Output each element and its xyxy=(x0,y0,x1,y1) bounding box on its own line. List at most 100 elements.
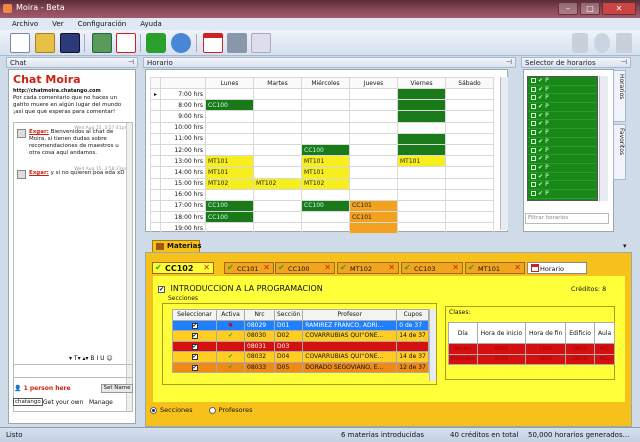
close-tab-icon[interactable]: ✕ xyxy=(324,263,331,272)
schedule-cell[interactable] xyxy=(349,143,398,157)
schedule-cell[interactable] xyxy=(253,143,302,157)
schedule-cell[interactable] xyxy=(445,222,494,235)
schedule-cell[interactable] xyxy=(445,121,494,134)
option-checkbox[interactable] xyxy=(531,173,536,179)
option-checkbox[interactable] xyxy=(531,182,536,188)
schedule-option[interactable]: ✔ P xyxy=(528,120,597,130)
schedule-cell[interactable]: CC100 xyxy=(301,143,350,157)
option-checkbox[interactable] xyxy=(531,190,536,196)
radio-secciones[interactable] xyxy=(150,406,157,414)
facebook-icon[interactable] xyxy=(616,33,632,53)
close-tab-icon[interactable]: ✕ xyxy=(203,263,210,272)
schedule-cell[interactable] xyxy=(397,166,446,179)
schedule-cell[interactable]: MT101 xyxy=(397,155,446,168)
schedule-cell[interactable] xyxy=(445,177,494,190)
schedule-cell[interactable] xyxy=(205,188,254,201)
schedule-cell[interactable] xyxy=(253,99,302,112)
tab-cc101[interactable]: ✔ CC101 ✕ xyxy=(224,262,274,274)
table-row[interactable]: ✔ ✔ 08030 D02 COVARRUBIAS QUI''ONE... 14 de 3… xyxy=(172,330,430,342)
schedule-cell[interactable] xyxy=(253,199,302,213)
schedule-grid[interactable]: Lunes Martes Miércoles Jueves Viernes Sábado … xyxy=(150,77,494,235)
schedule-cell[interactable] xyxy=(349,99,398,112)
option-checkbox[interactable] xyxy=(531,95,536,101)
table-row[interactable]: ✔ ✔ 08033 D05 DORADO SEGOVIANO, E... 12 de 37 xyxy=(172,361,430,373)
course-checkbox[interactable]: ✔ xyxy=(158,286,165,293)
schedule-cell[interactable]: MT102 xyxy=(253,177,302,190)
tab-mt101[interactable]: ✔ MT101 ✕ xyxy=(465,262,525,274)
add-icon[interactable] xyxy=(146,33,166,53)
schedule-cell[interactable] xyxy=(349,177,398,190)
option-checkbox[interactable] xyxy=(531,78,536,83)
schedule-cell[interactable] xyxy=(397,211,446,224)
schedule-option[interactable]: ✔ P xyxy=(528,147,597,156)
schedule-cell[interactable]: MT101 xyxy=(205,155,254,168)
schedule-cell[interactable] xyxy=(397,177,446,190)
schedule-cell[interactable] xyxy=(397,143,446,157)
schedule-cell[interactable]: CC100 xyxy=(205,211,254,224)
schedule-cell[interactable] xyxy=(397,199,446,213)
schedule-cell[interactable] xyxy=(397,99,446,112)
schedule-cell[interactable] xyxy=(205,143,254,157)
menu-ver[interactable]: Ver xyxy=(52,20,63,30)
schedule-option[interactable]: ✔ P xyxy=(528,190,597,199)
schedule-option[interactable]: ✔ P xyxy=(528,138,597,147)
schedule-option[interactable]: ✔ P xyxy=(528,181,597,190)
schedule-cell[interactable] xyxy=(445,143,494,157)
schedule-cell[interactable]: MT101 xyxy=(301,155,350,168)
schedule-cell[interactable] xyxy=(397,110,446,123)
schedule-cell[interactable]: CC101 xyxy=(349,199,398,213)
filter-input[interactable]: Filtrar horarios xyxy=(525,213,609,224)
schedule-cell[interactable] xyxy=(253,188,302,201)
schedule-cell[interactable] xyxy=(301,99,350,112)
close-tab-icon[interactable]: ✕ xyxy=(263,263,270,272)
tab-horarios[interactable]: Horarios xyxy=(613,70,626,122)
table-row[interactable]: ✔ ✖ 08029 D01 RAMIREZ FRANCO, ADRI... 0 de 37 xyxy=(172,319,430,331)
set-name-button[interactable]: Set Name xyxy=(101,384,133,393)
option-checkbox[interactable] xyxy=(531,164,536,170)
schedule-cell[interactable] xyxy=(253,110,302,123)
maximize-button[interactable]: □ xyxy=(580,2,600,15)
row-checkbox[interactable]: ✔ xyxy=(191,364,198,371)
schedule-cell[interactable] xyxy=(205,121,254,134)
schedule-option[interactable]: ✔ P xyxy=(528,77,597,86)
schedule-cell[interactable] xyxy=(445,199,494,213)
option-checkbox[interactable] xyxy=(531,104,536,110)
schedule-cell[interactable] xyxy=(445,87,494,101)
format-toolbar[interactable]: ▾ T▾ ▴▾ B I U ☺ xyxy=(69,355,113,362)
schedule-cell[interactable] xyxy=(205,110,254,123)
column-header[interactable]: Seleccionar xyxy=(172,309,217,321)
schedule-option[interactable]: ✔ P xyxy=(528,173,597,182)
schedule-cell[interactable]: MT101 xyxy=(205,166,254,179)
option-checkbox[interactable] xyxy=(531,147,536,153)
radio-profesores[interactable] xyxy=(208,406,216,414)
schedule-cell[interactable]: CC100 xyxy=(301,199,350,213)
sections-scrollbar[interactable] xyxy=(429,309,436,381)
materias-header-tab[interactable]: Materias xyxy=(152,240,202,252)
schedule-cell[interactable] xyxy=(253,155,302,168)
schedule-cell[interactable] xyxy=(205,132,254,145)
row-checkbox[interactable]: ✔ xyxy=(191,333,198,340)
like-icon[interactable] xyxy=(572,33,588,53)
schedule-cell[interactable] xyxy=(349,188,398,201)
schedule-cell[interactable] xyxy=(397,132,446,145)
selector-scrollbar[interactable] xyxy=(599,76,608,201)
message-user[interactable]: Exgar: xyxy=(29,129,49,135)
column-header[interactable]: Nrc xyxy=(244,309,275,321)
schedule-cell[interactable] xyxy=(253,87,302,101)
schedule-cell[interactable] xyxy=(445,155,494,168)
schedule-cell[interactable]: CC100 xyxy=(205,199,254,213)
schedule-cell[interactable] xyxy=(301,188,350,201)
schedule-scrollbar[interactable] xyxy=(500,77,508,230)
schedule-cell[interactable] xyxy=(349,87,398,101)
close-tab-icon[interactable]: ✕ xyxy=(514,263,521,272)
classes-table[interactable]: Día Hora de inicio Hora de fin Edificio Aula… xyxy=(448,322,616,365)
dropdown-icon[interactable]: ▾ xyxy=(623,242,627,250)
pin-icon[interactable]: ⊣ xyxy=(621,58,627,66)
row-checkbox[interactable]: ✔ xyxy=(191,322,198,329)
schedule-list[interactable]: ✔ P ✔ P ✔ P ✔ P ✔ P ✔ P ✔ P ✔ P ✔ P ✔ P ✔ P ✔ P ✔ P ✔… xyxy=(527,76,598,201)
menu-configuracion[interactable]: Configuración xyxy=(78,20,127,30)
schedule-cell[interactable] xyxy=(397,87,446,101)
close-button[interactable]: ✕ xyxy=(602,2,636,15)
schedule-cell[interactable] xyxy=(301,110,350,123)
table-row[interactable]: ✔ 08031 D03 xyxy=(172,340,430,352)
